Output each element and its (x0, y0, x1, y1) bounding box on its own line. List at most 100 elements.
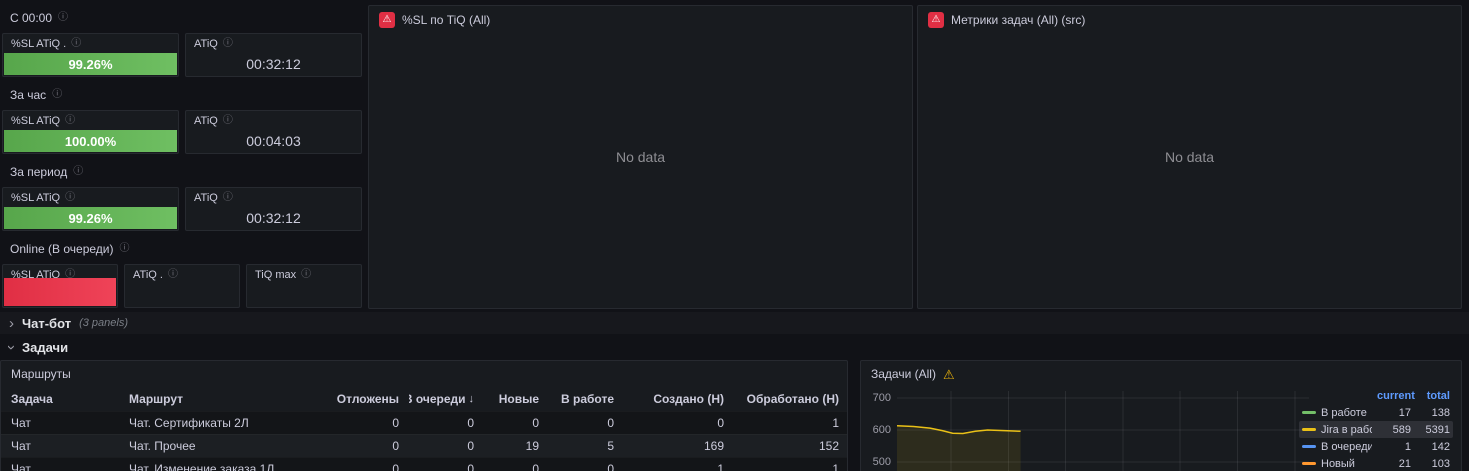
grafana-dashboard: С 00:00 ⓘ %SL ATiQ . ⓘ 99.26% ATiQ ⓘ 00:32:12 За… (0, 0, 1469, 471)
table-cell: 1 (717, 462, 724, 471)
stat-value: 99.26% (4, 207, 177, 229)
legend-item[interactable]: В работе 17 138 (1299, 404, 1453, 421)
stat-section-label: С 00:00 (10, 11, 53, 25)
stat-panel: ATiQ ⓘ 00:32:12 (185, 33, 362, 77)
stat-panel-title: ATiQ (194, 192, 218, 204)
column-label: В работе (561, 392, 614, 406)
info-icon[interactable]: ⓘ (223, 116, 233, 126)
panel-header[interactable]: Маршруты (1, 361, 847, 387)
table-cell: 0 (392, 439, 399, 453)
table-row[interactable]: Чат Чат. Прочее 0 0 19 5 169 152 (1, 434, 847, 457)
panel-sl-tiq: ⚠ %SL по TiQ (All) No data (368, 5, 913, 309)
legend-series-name: Jira в работе (1321, 423, 1372, 436)
stat-panel-header[interactable]: %SL ATiQ ⓘ (3, 111, 178, 127)
table-cell: 169 (703, 439, 724, 453)
info-icon[interactable]: ⓘ (65, 116, 75, 126)
stat-panel-header[interactable]: TiQ max ⓘ (247, 265, 361, 281)
column-header[interactable]: Создано (Н) (624, 392, 734, 406)
alert-icon: ⚠ (928, 12, 944, 28)
table-cell: 0 (392, 462, 399, 471)
column-header[interactable]: В очереди ↓ (409, 392, 484, 406)
row-panel-count: (3 panels) (79, 317, 128, 329)
stat-section-label: Online (В очереди) (10, 242, 114, 256)
info-icon[interactable]: ⓘ (71, 39, 81, 49)
stat-panel-title: ATiQ (194, 115, 218, 127)
table-row[interactable]: Чат Чат. Сертификаты 2Л 0 0 0 0 0 1 (1, 411, 847, 434)
stat-value (126, 284, 238, 306)
legend-item[interactable]: Новый 21 103 (1299, 455, 1453, 471)
table-cell: 1 (832, 416, 839, 430)
stat-section-header: С 00:00 ⓘ (2, 9, 366, 27)
chart-plot[interactable] (897, 391, 1309, 471)
legend-column-header[interactable]: total (1416, 390, 1450, 402)
column-header[interactable]: Задача (1, 392, 119, 406)
stat-value: 99.26% (4, 53, 177, 75)
info-icon[interactable]: ⓘ (65, 193, 75, 203)
table-row[interactable]: Чат Чат. Изменение заказа 1Л 0 0 0 0 1 1 (1, 457, 847, 471)
info-icon[interactable]: ⓘ (58, 13, 68, 23)
column-header[interactable]: Отложены (324, 392, 409, 406)
stat-panel-header[interactable]: ATiQ . ⓘ (125, 265, 239, 281)
table-cell: 0 (717, 416, 724, 430)
panel-header[interactable]: ⚠ %SL по TiQ (All) (369, 6, 912, 34)
legend-current-value: 1 (1404, 440, 1411, 453)
stat-value (4, 278, 116, 306)
table-cell: Чат (11, 462, 31, 471)
legend-total-value: 5391 (1425, 423, 1450, 436)
legend-header-row: current total (1299, 387, 1453, 404)
legend-total-value: 142 (1431, 440, 1450, 453)
legend-item[interactable]: В очереди 1 142 (1299, 438, 1453, 455)
chevron-down-icon: › (3, 344, 20, 350)
sort-desc-icon: ↓ (468, 393, 475, 405)
panel-header[interactable]: ⚠ Метрики задач (All) (src) (918, 6, 1461, 34)
table-cell: 0 (392, 416, 399, 430)
row-tasks[interactable]: › Задачи (0, 337, 1469, 357)
column-label: Маршрут (129, 392, 184, 406)
stat-value: 00:32:12 (246, 56, 301, 72)
info-icon[interactable]: ⓘ (223, 39, 233, 49)
series-color-icon (1302, 411, 1316, 414)
table-header-row: Задача Маршрут Отложены В очереди ↓ Новые В ра… (1, 387, 847, 411)
info-icon[interactable]: ⓘ (52, 90, 62, 100)
legend-total-value: 138 (1431, 406, 1450, 419)
chart-legend: currenttotal В работе 17 138 Jira в работе 58… (1299, 387, 1453, 471)
panel-title: Метрики задач (All) (src) (951, 13, 1086, 27)
stat-panel-title: ATiQ (194, 38, 218, 50)
legend-series-name: Новый (1321, 457, 1355, 470)
stat-panel-header[interactable]: %SL ATiQ . ⓘ (3, 34, 178, 50)
stat-panel: %SL ATiQ ⓘ (2, 264, 118, 308)
stat-panel-title: TiQ max (255, 269, 297, 281)
info-icon[interactable]: ⓘ (119, 244, 129, 254)
table-cell: 0 (607, 462, 614, 471)
table-cell: Чат. Прочее (129, 439, 196, 453)
info-icon[interactable]: ⓘ (73, 167, 83, 177)
stat-value (248, 284, 360, 306)
info-icon[interactable]: ⓘ (223, 193, 233, 203)
table-cell: Чат (11, 416, 31, 430)
table-cell: Чат. Изменение заказа 1Л (129, 462, 275, 471)
stat-section-label: За час (10, 88, 47, 102)
stat-panel-header[interactable]: ATiQ ⓘ (186, 188, 361, 204)
stats-column: С 00:00 ⓘ %SL ATiQ . ⓘ 99.26% ATiQ ⓘ 00:32:12 За… (0, 0, 366, 312)
table-cell: 19 (525, 439, 539, 453)
info-icon[interactable]: ⓘ (301, 270, 311, 280)
panel-header[interactable]: Задачи (All) ⚠ (861, 361, 1461, 387)
legend-item[interactable]: Jira в работе 589 5391 (1299, 421, 1453, 438)
stat-panel-header[interactable]: ATiQ ⓘ (186, 111, 361, 127)
column-header[interactable]: Обработано (Н) (734, 392, 849, 406)
stat-panel: %SL ATiQ ⓘ 99.26% (2, 187, 179, 231)
stat-panel-header[interactable]: %SL ATiQ ⓘ (3, 188, 178, 204)
column-header[interactable]: Маршрут (119, 392, 324, 406)
info-icon[interactable]: ⓘ (168, 270, 178, 280)
stat-section-label: За период (10, 165, 68, 179)
row-chatbot[interactable]: › Чат-бот (3 panels) (0, 312, 1469, 334)
column-label: Отложены (336, 392, 399, 406)
column-header[interactable]: В работе (549, 392, 624, 406)
stat-panel-title: %SL ATiQ (11, 115, 61, 127)
stat-panel: %SL ATiQ ⓘ 100.00% (2, 110, 179, 154)
table-body: Чат Чат. Сертификаты 2Л 0 0 0 0 0 1 Чат Чат. Проч… (1, 411, 847, 471)
legend-column-header[interactable]: current (1377, 390, 1415, 402)
stat-panel-header[interactable]: ATiQ ⓘ (186, 34, 361, 50)
stat-panel: TiQ max ⓘ (246, 264, 362, 308)
column-header[interactable]: Новые (484, 392, 549, 406)
